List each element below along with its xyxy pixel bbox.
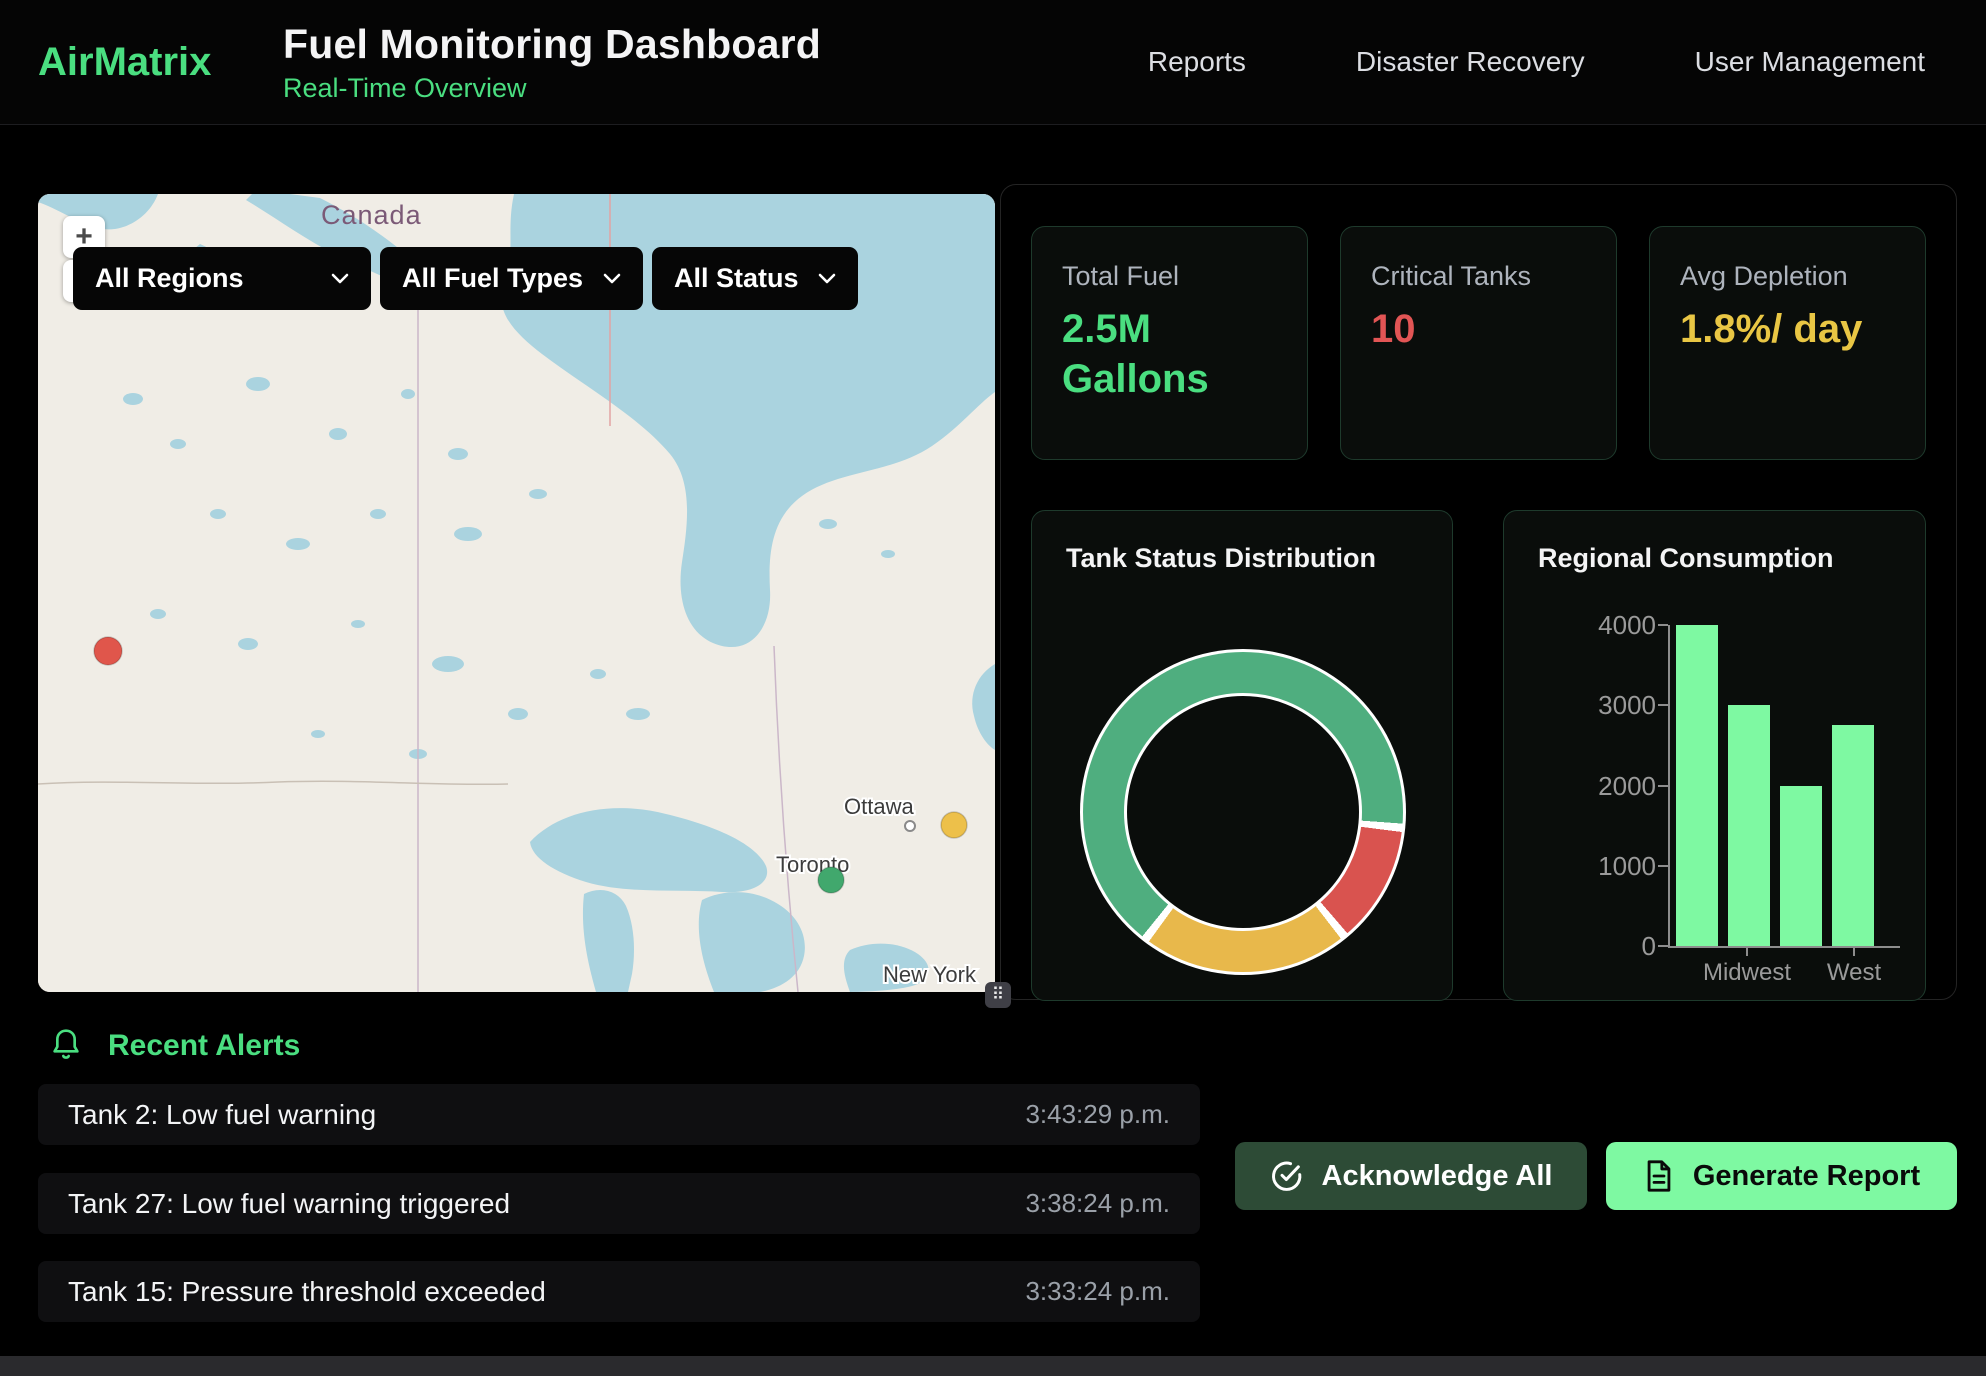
alert-message: Tank 2: Low fuel warning (68, 1099, 376, 1131)
drag-handle-icon[interactable]: ⠿ (985, 982, 1011, 1008)
overview-panel: Total Fuel 2.5M Gallons Critical Tanks 1… (1000, 184, 1957, 1000)
bottom-strip (0, 1356, 1986, 1376)
kpi-card-critical-tanks: Critical Tanks 10 (1340, 226, 1617, 460)
generate-report-button[interactable]: Generate Report (1606, 1142, 1957, 1210)
generate-report-label: Generate Report (1693, 1160, 1920, 1193)
kpi-value-avg-depletion: 1.8%/ day (1680, 304, 1880, 354)
status-filter-select[interactable]: All Status (652, 247, 858, 310)
page-subtitle: Real-Time Overview (283, 73, 821, 104)
alert-time: 3:38:24 p.m. (1025, 1188, 1170, 1219)
donut-hole (1124, 693, 1362, 931)
normal-tank-marker[interactable] (818, 867, 844, 893)
alert-time: 3:43:29 p.m. (1025, 1099, 1170, 1130)
region-filter-select[interactable]: All Regions (73, 247, 371, 310)
map-label-new-york: New York (883, 962, 977, 987)
charts-row: Tank Status Distribution Regional Consum… (1031, 510, 1926, 1001)
y-tick-label: 3000 (1564, 692, 1656, 718)
check-circle-icon (1270, 1159, 1304, 1193)
alerts-title: Recent Alerts (108, 1029, 300, 1063)
fuel-type-filter-value: All Fuel Types (402, 263, 583, 294)
kpi-label: Critical Tanks (1371, 261, 1586, 292)
alert-message: Tank 15: Pressure threshold exceeded (68, 1276, 546, 1308)
acknowledge-all-button[interactable]: Acknowledge All (1235, 1142, 1587, 1210)
nav-item-reports[interactable]: Reports (1148, 46, 1246, 78)
donut-ring (1083, 652, 1403, 972)
x-tick (1746, 948, 1748, 956)
chevron-down-icon (603, 273, 621, 284)
chart-title: Tank Status Distribution (1066, 543, 1376, 574)
map-label-canada: Canada (321, 200, 422, 230)
warning-tank-marker[interactable] (941, 812, 967, 838)
ottawa-city-dot (905, 821, 915, 831)
app-header: AirMatrix Fuel Monitoring Dashboard Real… (0, 0, 1986, 125)
map-canvas[interactable]: Canada Ottawa Toronto New York (38, 194, 995, 992)
fuel-type-filter-select[interactable]: All Fuel Types (380, 247, 643, 310)
consumption-bar (1832, 725, 1874, 946)
nav-item-disaster-recovery[interactable]: Disaster Recovery (1356, 46, 1585, 78)
alert-row[interactable]: Tank 2: Low fuel warning 3:43:29 p.m. (38, 1084, 1200, 1145)
y-tick-label: 1000 (1564, 853, 1656, 879)
alerts-header: Recent Alerts (50, 1028, 300, 1064)
consumption-bar (1676, 625, 1718, 946)
map-panel: Canada Ottawa Toronto New York + − All R… (38, 194, 995, 992)
region-filter-value: All Regions (95, 263, 244, 294)
kpi-label: Avg Depletion (1680, 261, 1895, 292)
consumption-bar (1780, 786, 1822, 947)
x-tick-label-west: West (1794, 959, 1914, 987)
title-block: Fuel Monitoring Dashboard Real-Time Over… (283, 21, 821, 104)
alert-row[interactable]: Tank 15: Pressure threshold exceeded 3:3… (38, 1261, 1200, 1322)
chevron-down-icon (818, 273, 836, 284)
kpi-row: Total Fuel 2.5M Gallons Critical Tanks 1… (1031, 226, 1926, 460)
consumption-bar (1728, 705, 1770, 946)
alert-message: Tank 27: Low fuel warning triggered (68, 1188, 510, 1220)
tank-status-chart-card: Tank Status Distribution (1031, 510, 1453, 1001)
nav-item-user-management[interactable]: User Management (1695, 46, 1925, 78)
donut-chart (1080, 649, 1406, 975)
bar-chart-x-axis (1668, 946, 1900, 948)
kpi-card-avg-depletion: Avg Depletion 1.8%/ day (1649, 226, 1926, 460)
kpi-card-total-fuel: Total Fuel 2.5M Gallons (1031, 226, 1308, 460)
y-tick-label: 0 (1564, 933, 1656, 959)
x-tick (1853, 948, 1855, 956)
alert-time: 3:33:24 p.m. (1025, 1276, 1170, 1307)
kpi-value-total-fuel: 2.5M Gallons (1062, 304, 1262, 404)
y-tick-label: 2000 (1564, 773, 1656, 799)
y-tick-label: 4000 (1564, 612, 1656, 638)
page-title: Fuel Monitoring Dashboard (283, 21, 821, 68)
regional-consumption-chart-card: Regional Consumption 4000 3000 2000 1000… (1503, 510, 1926, 1001)
bar-chart-plot (1670, 625, 1898, 946)
bell-icon (50, 1028, 82, 1064)
top-nav: Reports Disaster Recovery User Managemen… (1148, 46, 1925, 78)
document-icon (1643, 1159, 1675, 1193)
x-tick-label-midwest: Midwest (1687, 959, 1807, 987)
status-filter-value: All Status (674, 263, 799, 294)
acknowledge-all-label: Acknowledge All (1322, 1160, 1553, 1193)
brand-logo: AirMatrix (38, 40, 283, 85)
critical-tank-marker[interactable] (94, 637, 122, 665)
map-filter-row: All Regions All Fuel Types All Status (73, 247, 858, 310)
bar-chart-y-axis-labels: 4000 3000 2000 1000 0 (1564, 612, 1656, 959)
kpi-value-critical-tanks: 10 (1371, 304, 1571, 354)
chart-title: Regional Consumption (1538, 543, 1833, 574)
chevron-down-icon (331, 273, 349, 284)
alert-row[interactable]: Tank 27: Low fuel warning triggered 3:38… (38, 1173, 1200, 1234)
map-label-ottawa: Ottawa (844, 794, 914, 819)
bar-chart-y-ticks (1658, 624, 1668, 947)
kpi-label: Total Fuel (1062, 261, 1277, 292)
